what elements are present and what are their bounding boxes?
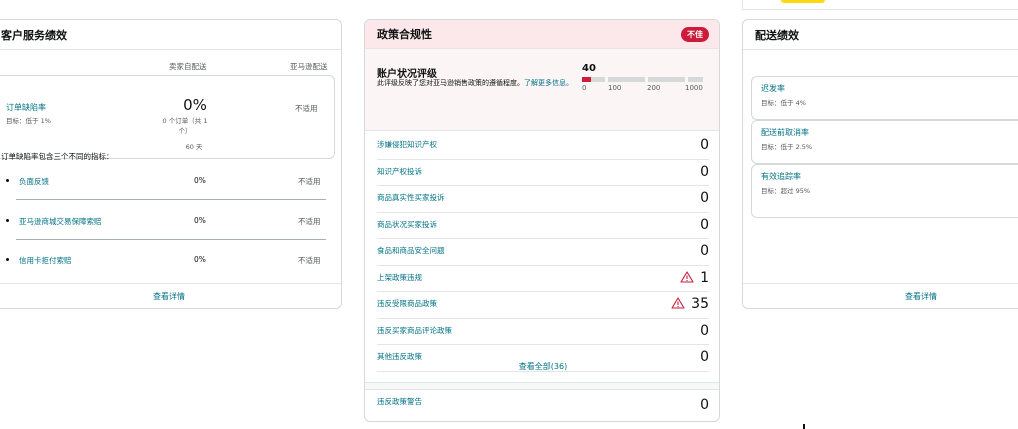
top-panel-fragment xyxy=(742,0,1018,10)
bullet-icon xyxy=(6,179,9,182)
ahr-tick: 0 xyxy=(582,84,587,92)
shipping-performance-card: 配送绩效 迟发率 目标：低于 4% 配送前取消率 目标：低于 2.5% 有效追踪… xyxy=(742,19,1018,309)
view-all-row: 查看全部(36) xyxy=(365,361,719,372)
policy-row: 商品状况买家投诉 0 xyxy=(377,213,709,239)
policy-row-link[interactable]: 知识产权投诉 xyxy=(377,166,422,177)
policy-compliance-header: 政策合规性 不佳 xyxy=(365,20,719,49)
shipping-performance-header: 配送绩效 xyxy=(743,20,1018,50)
ahr-tick: 100 xyxy=(608,84,622,92)
policy-row-link[interactable]: 违反买家商品评论政策 xyxy=(377,325,452,336)
cancel-rate-box: 配送前取消率 目标：低于 2.5% xyxy=(751,120,1018,164)
odr-value: 0% xyxy=(183,96,207,114)
view-all-link[interactable]: 查看全部(36) xyxy=(519,362,567,371)
sub-metric-amazon-value: 不适用 xyxy=(298,256,321,265)
policy-compliance-card: 政策合规性 不佳 账户状况评级 此评级反映了您对亚马逊销售政策的遵循程度。了解更… xyxy=(364,19,720,422)
late-shipment-target: 目标：低于 4% xyxy=(761,99,806,107)
odr-amazon-value: 不适用 xyxy=(295,104,318,113)
divider xyxy=(16,239,326,240)
policy-row-value: 1 xyxy=(700,269,709,286)
mouse-cursor-icon xyxy=(803,424,805,429)
customer-service-card: 客户服务绩效 卖家自配送 亚马逊配送 订单缺陷率 目标：低于 1% 0% 0 个… xyxy=(0,19,342,309)
policy-row: 违反受限商品政策 35 xyxy=(377,292,709,319)
ahr-description: 此评级反映了您对亚马逊销售政策的遵循程度。了解更多信息。 xyxy=(377,78,577,88)
policy-warnings-value: 0 xyxy=(700,397,709,413)
policy-row-value: 0 xyxy=(700,216,709,233)
bullet-icon xyxy=(6,258,9,261)
policy-row: 食品和商品安全问题 0 xyxy=(377,239,709,266)
col-header-amazon: 亚马逊配送 xyxy=(290,62,328,71)
ahr-tick: 1000 xyxy=(685,84,703,92)
policy-warnings-row: 违反政策警告 0 xyxy=(377,390,709,420)
cancel-rate-target: 目标：低于 2.5% xyxy=(761,143,813,151)
policy-row: 涉嫌侵犯知识产权 0 xyxy=(377,133,709,160)
policy-row: 商品真实性买家投诉 0 xyxy=(377,186,709,213)
valid-tracking-link[interactable]: 有效追踪率 xyxy=(761,171,801,182)
sub-metric-amazon-value: 不适用 xyxy=(298,177,321,186)
valid-tracking-target: 目标：超过 95% xyxy=(761,187,811,195)
warning-icon xyxy=(671,297,685,309)
odr-metric-box: 订单缺陷率 目标：低于 1% 0% 0 个订单（共 1 个） 60 天 不适用 xyxy=(0,75,335,159)
policy-row-link[interactable]: 违反受限商品政策 xyxy=(377,298,437,309)
late-shipment-box: 迟发率 目标：低于 4% xyxy=(751,76,1018,120)
ahr-score: 40 xyxy=(582,63,596,74)
odr-days: 60 天 xyxy=(185,143,203,151)
ahr-desc-text: 此评级反映了您对亚马逊销售政策的遵循程度。 xyxy=(377,79,524,87)
divider xyxy=(16,199,326,200)
bullet-icon xyxy=(6,219,9,222)
section-divider xyxy=(365,382,719,390)
policy-row-value: 0 xyxy=(700,163,709,180)
sub-metric-value: 0% xyxy=(194,216,206,225)
sub-metric-value: 0% xyxy=(194,176,206,185)
list-item: 亚马逊商城交易保障索赔 0% 不适用 xyxy=(1,207,327,247)
list-item: 信用卡拒付索赔 0% 不适用 xyxy=(1,246,327,286)
sub-metric-link[interactable]: 负面反馈 xyxy=(19,176,49,187)
policy-row-link[interactable]: 涉嫌侵犯知识产权 xyxy=(377,139,437,150)
ahr-bar-segment-2 xyxy=(608,77,645,82)
policy-row: 上架政策违规 1 xyxy=(377,266,709,292)
view-details-link[interactable]: 查看详情 xyxy=(905,291,937,302)
policy-compliance-title: 政策合规性 xyxy=(377,28,432,41)
ahr-tick: 200 xyxy=(647,84,661,92)
top-yellow-button[interactable] xyxy=(781,0,825,3)
odr-order-count: 0 个订单（共 1 个） xyxy=(162,117,208,135)
warning-icon xyxy=(680,270,694,283)
policy-row-value: 35 xyxy=(691,296,709,312)
customer-service-title: 客户服务绩效 xyxy=(1,28,67,42)
policy-row-value: 0 xyxy=(700,243,709,259)
ahr-bar-fill xyxy=(582,77,592,82)
valid-tracking-box: 有效追踪率 目标：超过 95% xyxy=(751,164,1018,218)
view-details-link[interactable]: 查看详情 xyxy=(153,292,185,301)
learn-more-link[interactable]: 了解更多信息。 xyxy=(524,79,573,87)
policy-row-link[interactable]: 上架政策违规 xyxy=(377,272,422,283)
col-header-seller: 卖家自配送 xyxy=(169,62,207,71)
account-health-rating: 账户状况评级 此评级反映了您对亚马逊销售政策的遵循程度。了解更多信息。 40 0… xyxy=(365,49,719,131)
odr-link[interactable]: 订单缺陷率 xyxy=(6,102,46,113)
policy-row: 知识产权投诉 0 xyxy=(377,160,709,186)
shipping-performance-title: 配送绩效 xyxy=(755,28,799,42)
ahr-bar-segment-4 xyxy=(688,77,703,82)
sub-metric-value: 0% xyxy=(194,255,206,264)
policy-row-link[interactable]: 商品真实性买家投诉 xyxy=(377,192,445,203)
list-item: 负面反馈 0% 不适用 xyxy=(1,167,327,207)
policy-row: 违反买家商品评论政策 0 xyxy=(377,319,709,345)
odr-target: 目标：低于 1% xyxy=(6,117,51,125)
policy-row-link[interactable]: 商品状况买家投诉 xyxy=(377,219,437,230)
ahr-bar-segment-1 xyxy=(582,77,605,82)
status-badge: 不佳 xyxy=(681,26,709,42)
policy-row-value: 0 xyxy=(700,322,709,339)
cancel-rate-link[interactable]: 配送前取消率 xyxy=(761,127,809,138)
customer-service-header: 客户服务绩效 xyxy=(0,20,341,50)
policy-row-value: 0 xyxy=(700,137,709,153)
odr-description: 订单缺陷率包含三个不同的指标： xyxy=(1,152,114,161)
policy-warnings-link[interactable]: 违反政策警告 xyxy=(377,396,422,407)
shipping-performance-footer: 查看详情 xyxy=(743,283,1018,308)
customer-service-footer: 查看详情 xyxy=(0,283,341,308)
sub-metric-link[interactable]: 亚马逊商城交易保障索赔 xyxy=(19,216,102,227)
ahr-bar-segment-3 xyxy=(648,77,685,82)
sub-metric-link[interactable]: 信用卡拒付索赔 xyxy=(19,255,72,266)
policy-row-value: 0 xyxy=(700,190,709,206)
policy-row-link[interactable]: 食品和商品安全问题 xyxy=(377,245,445,256)
late-shipment-link[interactable]: 迟发率 xyxy=(761,83,785,94)
sub-metric-amazon-value: 不适用 xyxy=(298,217,321,226)
